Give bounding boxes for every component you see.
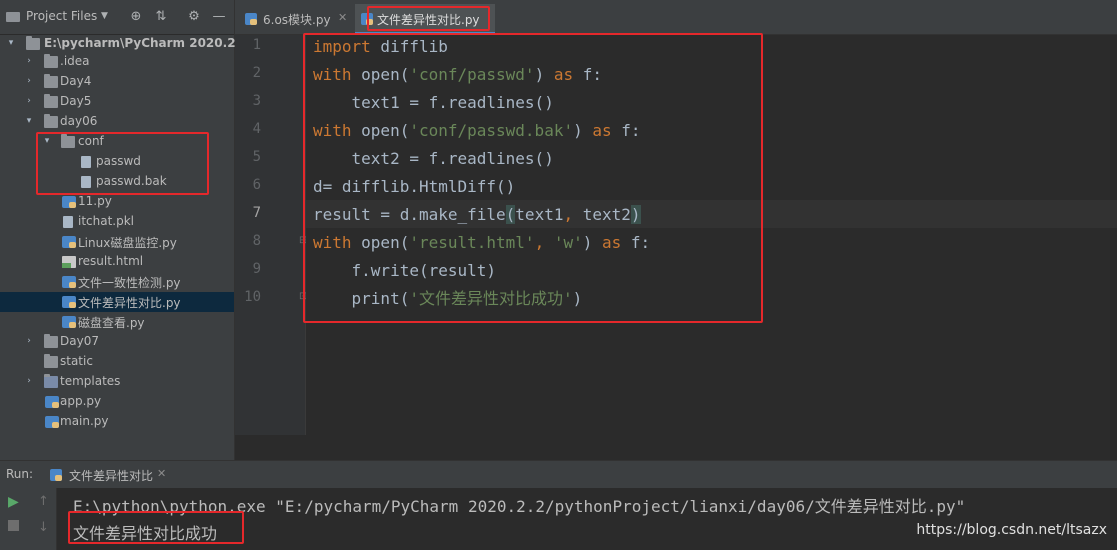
tree-item-label: 磁盘查看.py: [78, 316, 145, 330]
line-number: 3: [252, 93, 261, 109]
project-panel: Project Files ▼ ⊕ ⇅ ⚙ — ▾ E:\pycharm\PyC…: [0, 0, 261, 460]
python-file-icon: [50, 469, 62, 481]
project-panel-title[interactable]: Project Files: [26, 9, 97, 23]
tree-item-label: main.py: [60, 414, 109, 428]
chevron-right-icon[interactable]: ›: [24, 96, 34, 106]
tree-item-day4[interactable]: › Day4: [0, 72, 234, 92]
gear-icon[interactable]: ⚙: [186, 9, 202, 25]
tree-item-label: templates: [60, 374, 121, 388]
folder-icon: [44, 94, 58, 108]
python-file-icon: [62, 236, 76, 248]
minimize-icon[interactable]: —: [211, 9, 227, 25]
tree-item-label: E:\pycharm\PyCharm 2020.2.2\p: [44, 36, 262, 50]
chevron-right-icon[interactable]: ›: [24, 336, 34, 346]
tree-item-disk-view[interactable]: 磁盘查看.py: [0, 312, 234, 332]
line-number: 8: [252, 233, 261, 249]
tree-item-main-py[interactable]: main.py: [0, 412, 234, 432]
tree-item-label: itchat.pkl: [78, 214, 135, 228]
tree-item-label: static: [60, 354, 93, 368]
folder-icon: [44, 374, 58, 388]
tree-item-result-html[interactable]: result.html: [0, 252, 234, 272]
tree-item-label: 文件一致性检测.py: [78, 276, 181, 290]
folder-icon: [6, 12, 20, 22]
annotation-box-conf: [36, 132, 209, 195]
python-file-icon: [62, 316, 76, 328]
tree-item-root[interactable]: ▾ E:\pycharm\PyCharm 2020.2.2\p: [0, 34, 261, 54]
tree-item-templates[interactable]: › templates: [0, 372, 234, 392]
tab-os-module[interactable]: 6.os模块.py ✕: [239, 4, 351, 32]
line-number: 6: [252, 177, 261, 193]
chevron-right-icon[interactable]: ›: [24, 76, 34, 86]
arrow-down-icon[interactable]: ↓: [38, 520, 49, 535]
tree-item-idea[interactable]: › .idea: [0, 52, 234, 72]
chevron-down-icon[interactable]: ▾: [6, 38, 16, 48]
project-panel-header: Project Files ▼ ⊕ ⇅ ⚙ —: [0, 0, 234, 35]
tree-item-label: result.html: [78, 254, 144, 268]
close-icon[interactable]: ✕: [157, 467, 166, 480]
editor-gutter: 1 2 3 4 5 6 7 8 9 10 ⊟ ⊡: [235, 35, 307, 435]
annotation-box-code: [303, 33, 763, 323]
python-file-icon: [62, 196, 76, 208]
folder-icon: [44, 54, 58, 68]
collapse-all-icon[interactable]: ⇅: [153, 9, 169, 25]
folder-icon: [44, 334, 58, 348]
arrow-up-icon[interactable]: ↑: [38, 494, 49, 509]
tree-item-label: Day5: [60, 94, 92, 108]
run-icon[interactable]: ▶: [8, 494, 19, 510]
html-file-icon: [62, 256, 76, 268]
python-file-icon: [245, 13, 257, 25]
tree-item-label: Day4: [60, 74, 92, 88]
tree-item-label: 文件差异性对比.py: [78, 296, 181, 310]
tree-item-label: app.py: [60, 394, 102, 408]
tree-item-label: 11.py: [78, 194, 112, 208]
line-number: 2: [252, 65, 261, 81]
python-file-icon: [45, 396, 59, 408]
python-file-icon: [62, 296, 76, 308]
tab-label: 6.os模块.py: [263, 13, 331, 27]
close-icon[interactable]: ✕: [338, 11, 347, 24]
watermark: https://blog.csdn.net/ltsazx: [916, 522, 1107, 538]
folder-icon: [26, 36, 40, 50]
tree-item-file-consistency[interactable]: 文件一致性检测.py: [0, 272, 234, 292]
tree-item-file-diff-selected[interactable]: 文件差异性对比.py: [0, 292, 234, 312]
chevron-right-icon[interactable]: ›: [24, 56, 34, 66]
folder-icon: [44, 354, 58, 368]
tree-item-linux-disk-monitor[interactable]: Linux磁盘监控.py: [0, 232, 234, 252]
tree-item-11-py[interactable]: 11.py: [0, 192, 234, 212]
line-number: 9: [252, 261, 261, 277]
annotation-box-tab: [367, 6, 490, 31]
tree-item-static[interactable]: static: [0, 352, 234, 372]
python-file-icon: [45, 416, 59, 428]
run-label: Run:: [6, 467, 34, 481]
run-tab-label[interactable]: 文件差异性对比: [69, 467, 153, 484]
line-number-current: 7: [252, 205, 261, 221]
run-toolbar: ▶: [0, 488, 30, 550]
tree-item-day06[interactable]: ▾ day06: [0, 112, 234, 132]
run-toolbar-secondary: ↑ ↓: [30, 488, 57, 550]
folder-icon: [44, 114, 58, 128]
folder-icon: [44, 74, 58, 88]
run-panel-header: Run: 文件差异性对比 ✕: [0, 460, 1117, 489]
tree-item-label: day06: [60, 114, 98, 128]
line-number: 10: [244, 289, 261, 305]
tree-item-label: .idea: [60, 54, 90, 68]
tree-item-label: Linux磁盘监控.py: [78, 236, 177, 250]
chevron-right-icon[interactable]: ›: [24, 376, 34, 386]
crosshair-icon[interactable]: ⊕: [128, 9, 144, 25]
chevron-down-icon[interactable]: ▼: [101, 11, 108, 21]
tree-item-app-py[interactable]: app.py: [0, 392, 234, 412]
line-number: 4: [252, 121, 261, 137]
chevron-down-icon[interactable]: ▾: [24, 116, 34, 126]
tree-item-itchat-pkl[interactable]: itchat.pkl: [0, 212, 234, 232]
line-number: 1: [252, 37, 261, 53]
tree-item-day07[interactable]: › Day07: [0, 332, 234, 352]
text-file-icon: [63, 216, 73, 228]
annotation-box-output: [68, 511, 244, 544]
editor-tab-bar: 6.os模块.py ✕ 文件差异性对比.py: [235, 0, 1117, 35]
tree-item-label: Day07: [60, 334, 99, 348]
stop-icon[interactable]: [8, 520, 19, 531]
tree-item-day5[interactable]: › Day5: [0, 92, 234, 112]
line-number: 5: [252, 149, 261, 165]
python-file-icon: [62, 276, 76, 288]
